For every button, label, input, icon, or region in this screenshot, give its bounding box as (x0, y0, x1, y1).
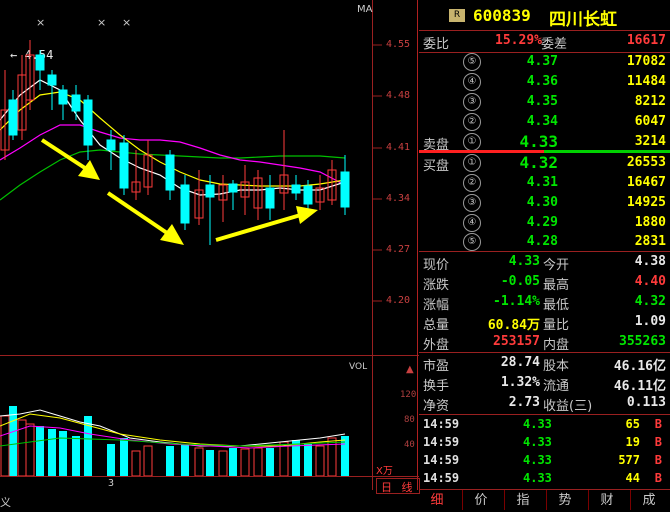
stock-name: 四川长虹 (549, 10, 617, 30)
trade-tick-row: 14:59 4.33 577 B (423, 453, 662, 467)
price-tick: 4.55 (386, 39, 411, 50)
fundamental-row: 换手 1.32% 流通 46.11亿 (423, 375, 666, 394)
trade-tick-row: 14:59 4.33 65 B (423, 417, 662, 431)
stat-row: 涨跌 -0.05 最高 4.40 (423, 274, 666, 293)
trade-tick-row: 14:59 4.33 19 B (423, 435, 662, 449)
price-tick: 4.27 (386, 244, 411, 255)
price-tick: 4.34 (386, 193, 411, 204)
bottom-left-label: 义 (0, 496, 11, 509)
up-candles (0, 40, 337, 225)
tab-finance[interactable]: 财 (588, 490, 625, 510)
stat-row: 外盘 253157 内盘 355263 (423, 334, 666, 353)
kline-chart[interactable]: × × × MA 4.55 4.48 4.41 4.34 4.27 4.20 ←… (0, 0, 420, 509)
buy-order-row[interactable]: ② 4.31 16467 (419, 173, 670, 193)
sell-order-row[interactable]: ③ 4.35 8212 (419, 92, 670, 112)
stat-row: 涨幅 -1.14% 最低 4.32 (423, 294, 666, 313)
trade-tick-row: 14:59 4.33 44 B (423, 471, 662, 485)
price-tick: 4.20 (386, 295, 411, 306)
stat-row: 总量 60.84万 量比 1.09 (423, 314, 666, 333)
sell-order-row-best[interactable]: 卖盘 ① 4.33 3214 (419, 132, 670, 153)
vol-tick: 120 (400, 390, 417, 400)
vol-cursor-icon: ▲ (406, 364, 414, 375)
buy-order-row[interactable]: ⑤ 4.28 2831 (419, 232, 670, 252)
weibi-row: 委比 15.29% 委差 16617 (419, 31, 670, 53)
fundamental-row: 市盈 28.74 股本 46.16亿 (423, 355, 666, 374)
quote-header: R 600839 四川长虹 (419, 0, 670, 31)
rights-badge: R (449, 9, 465, 22)
price-tick: 4.48 (386, 90, 411, 101)
vol-tick: 80 (404, 415, 415, 425)
sell-order-row[interactable]: ④ 4.36 11484 (419, 72, 670, 92)
period-tab-day[interactable]: 日 线 (376, 478, 420, 494)
date-axis-label: 3 (108, 478, 115, 489)
volume-plot (0, 406, 349, 476)
sell-order-row[interactable]: ⑤ 4.37 17082 (419, 52, 670, 72)
buy-order-row-best[interactable]: 买盘 ① 4.32 26553 (419, 153, 670, 174)
stock-code: 600839 (473, 6, 531, 25)
stat-row: 现价 4.33 今开 4.38 (423, 254, 666, 273)
tab-index[interactable]: 指 (504, 490, 541, 510)
tab-price[interactable]: 价 (462, 490, 499, 510)
sell-order-row[interactable]: ② 4.34 6047 (419, 112, 670, 132)
quote-panel: R 600839 四川长虹 委比 15.29% 委差 16617 ⑤ 4.37 … (419, 0, 670, 510)
tab-deal[interactable]: 成 (630, 490, 667, 510)
vol-tick: 40 (404, 440, 415, 450)
tab-detail[interactable]: 细 (419, 490, 455, 510)
price-axis-ticks (372, 44, 382, 302)
buy-order-row[interactable]: ③ 4.30 14925 (419, 193, 670, 213)
fundamental-row: 净资 2.73 收益(三) 0.113 (423, 395, 666, 414)
price-tick: 4.41 (386, 142, 411, 153)
tab-trend[interactable]: 势 (546, 490, 583, 510)
buy-order-row[interactable]: ④ 4.29 1880 (419, 213, 670, 233)
candlestick-plot (0, 40, 350, 245)
vol-unit: X万 (376, 466, 393, 477)
